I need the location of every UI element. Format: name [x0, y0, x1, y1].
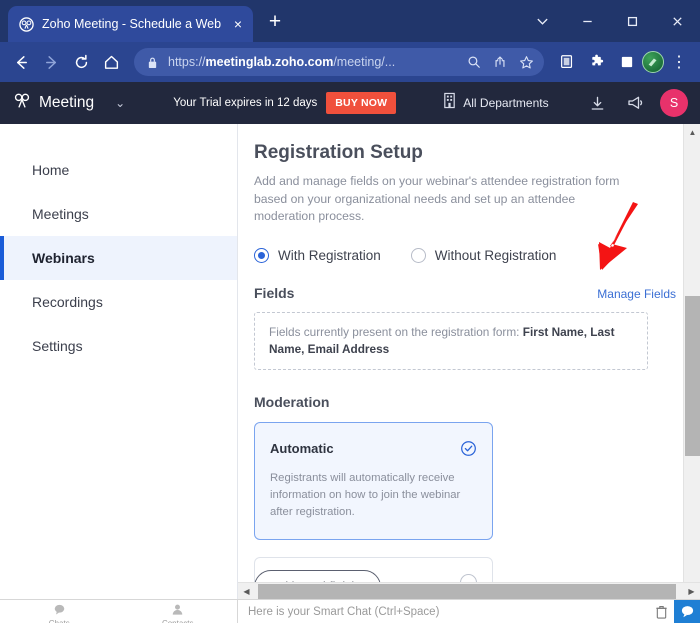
sidebar: Home Meetings Webinars Recordings Settin… [0, 124, 238, 599]
current-fields-box: Fields currently present on the registra… [254, 312, 648, 371]
app-header: Meeting ⌄ Your Trial expires in 12 days … [0, 82, 700, 124]
chevron-down-icon[interactable]: ⌄ [115, 96, 125, 110]
window-vertical-scrollbar[interactable]: ▲ ▼ [683, 124, 700, 599]
tab-title: Zoho Meeting - Schedule a Webi [42, 17, 221, 31]
extensions-puzzle-icon[interactable] [582, 47, 612, 77]
chat-bubble-icon [53, 602, 66, 620]
reload-icon[interactable] [66, 47, 96, 77]
forward-icon[interactable] [36, 47, 66, 77]
person-icon [171, 602, 184, 620]
new-tab-button[interactable]: + [262, 10, 288, 36]
url-path: /meeting/... [333, 55, 396, 69]
radio-with-registration[interactable]: With Registration [254, 248, 381, 264]
url-text: https://meetinglab.zoho.com/meeting/... [168, 55, 458, 69]
main-content: Registration Setup Add and manage fields… [238, 124, 700, 599]
app-body: Home Meetings Webinars Recordings Settin… [0, 124, 700, 599]
moderation-card-description: Registrants will automatically receive i… [270, 472, 461, 519]
zoho-meeting-logo-icon [12, 91, 32, 116]
scroll-left-icon[interactable]: ◀ [238, 583, 255, 600]
sidebar-item-recordings[interactable]: Recordings [0, 280, 237, 324]
close-window-icon[interactable] [655, 0, 700, 42]
all-departments-label: All Departments [463, 96, 549, 110]
maximize-icon[interactable] [610, 0, 655, 42]
check-circle-icon[interactable] [459, 439, 477, 457]
scroll-right-icon[interactable]: ▶ [683, 583, 700, 600]
tab-close-icon[interactable]: × [229, 15, 247, 33]
sidebar-item-label: Settings [32, 338, 83, 354]
megaphone-icon[interactable] [622, 90, 648, 116]
page-title: Registration Setup [254, 142, 423, 163]
radio-label: Without Registration [434, 248, 557, 264]
minimize-icon[interactable] [565, 0, 610, 42]
trial-notice: Your Trial expires in 12 days [173, 97, 318, 109]
moderation-card-automatic[interactable]: Automatic Registrants will automatically… [254, 422, 493, 541]
bottom-bar-actions [648, 599, 700, 623]
current-fields-text: Fields currently present on the registra… [269, 324, 633, 358]
moderation-card-title: Automatic [270, 440, 334, 456]
share-icon[interactable] [490, 52, 510, 72]
radio-without-registration[interactable]: Without Registration [410, 248, 557, 264]
all-departments-selector[interactable]: All Departments [442, 92, 549, 114]
buy-now-button[interactable]: BUY NOW [326, 92, 397, 114]
browser-profile-avatar[interactable] [642, 51, 664, 73]
back-icon[interactable] [6, 47, 36, 77]
screen-capture-icon[interactable] [552, 47, 582, 77]
sidebar-item-home[interactable]: Home [0, 148, 237, 192]
star-icon[interactable] [516, 52, 536, 72]
window-horizontal-scrollbar[interactable]: ◀ ▶ [238, 582, 700, 599]
sidebar-item-label: Meetings [32, 206, 89, 222]
app-header-actions: S [584, 89, 688, 117]
bottom-tab-contacts[interactable]: Contacts [119, 600, 238, 623]
more-menu-icon[interactable]: ⋮ [664, 47, 694, 77]
home-icon[interactable] [96, 47, 126, 77]
sidebar-item-meetings[interactable]: Meetings [0, 192, 237, 236]
zoho-meeting-favicon-icon [18, 16, 34, 32]
window-controls [520, 0, 700, 42]
sidebar-item-label: Webinars [32, 250, 95, 266]
sidebar-item-label: Recordings [32, 294, 103, 310]
vertical-scrollbar-thumb[interactable] [685, 296, 700, 456]
url-domain: meetinglab.zoho.com [205, 55, 334, 69]
bottom-tab-label: Contacts [162, 619, 194, 623]
page-description: Add and manage fields on your webinar's … [254, 174, 620, 224]
building-icon [442, 92, 457, 114]
trash-icon[interactable] [648, 600, 674, 623]
lock-icon [142, 52, 162, 72]
sidebar-item-label: Home [32, 162, 70, 178]
smart-chat-placeholder: Here is your Smart Chat (Ctrl+Space) [248, 605, 440, 618]
smart-chat-toggle-button[interactable] [674, 599, 700, 623]
bottom-tab-chats[interactable]: Chats [0, 600, 119, 623]
current-fields-prefix: Fields currently present on the registra… [269, 325, 523, 340]
registration-mode-radio-group: With Registration Without Registration [254, 248, 676, 264]
address-bar[interactable]: https://meetinglab.zoho.com/meeting/... [134, 48, 544, 76]
moderation-title: Moderation [254, 394, 330, 411]
bottom-bar: Chats Contacts Here is your Smart Chat (… [0, 599, 700, 623]
radio-dot-icon [410, 248, 426, 264]
smart-chat-input[interactable]: Here is your Smart Chat (Ctrl+Space) [238, 600, 648, 623]
sidebar-item-webinars[interactable]: Webinars [0, 236, 237, 280]
user-avatar[interactable]: S [660, 89, 688, 117]
scroll-up-icon[interactable]: ▲ [684, 124, 700, 141]
download-icon[interactable] [584, 90, 610, 116]
browser-tab[interactable]: Zoho Meeting - Schedule a Webi × [8, 6, 253, 42]
tab-strip: Zoho Meeting - Schedule a Webi × + [0, 0, 700, 42]
tab-search-icon[interactable] [520, 0, 565, 42]
radio-label: With Registration [278, 248, 381, 264]
fields-section-header: Fields Manage Fields [254, 285, 676, 301]
url-prefix: https:// [168, 55, 206, 69]
brand[interactable]: Meeting ⌄ [12, 91, 125, 116]
manage-fields-link[interactable]: Manage Fields [597, 287, 676, 301]
search-icon[interactable] [464, 52, 484, 72]
browser-toolbar: https://meetinglab.zoho.com/meeting/... … [0, 42, 700, 82]
fields-title: Fields [254, 285, 295, 302]
bottom-bar-tabs: Chats Contacts [0, 600, 238, 623]
bottom-tab-label: Chats [49, 619, 70, 623]
side-panel-icon[interactable] [612, 47, 642, 77]
sidebar-item-settings[interactable]: Settings [0, 324, 237, 368]
browser-window: Zoho Meeting - Schedule a Webi × + https… [0, 0, 700, 623]
brand-name: Meeting [39, 94, 95, 111]
radio-dot-selected-icon [254, 248, 269, 264]
horizontal-scrollbar-thumb[interactable] [258, 584, 676, 599]
